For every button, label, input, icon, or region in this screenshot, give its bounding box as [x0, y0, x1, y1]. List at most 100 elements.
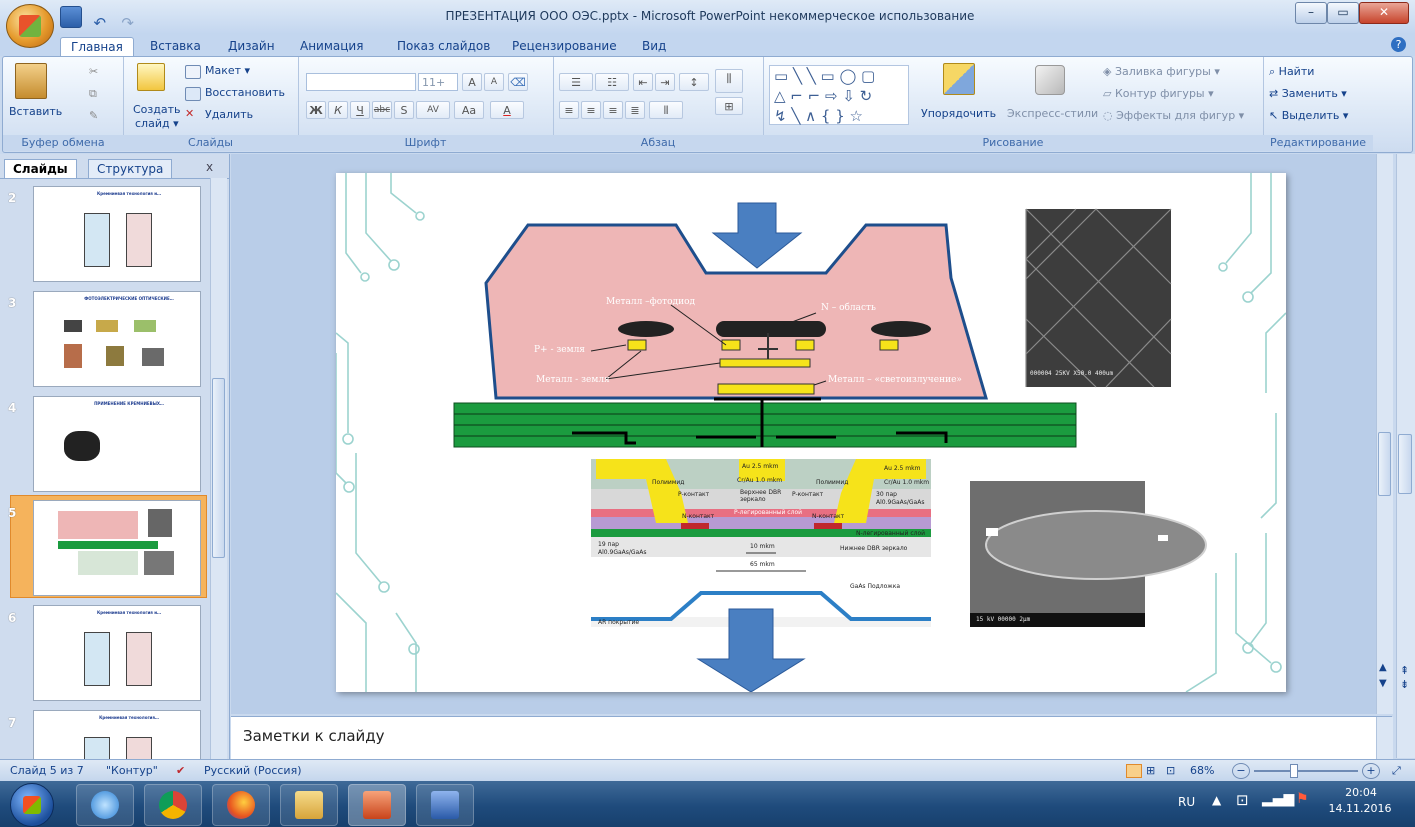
redo-icon[interactable]: ↷ [118, 14, 138, 34]
fit-slide-icon[interactable]: ⤢ [1392, 764, 1401, 778]
normal-view-icon[interactable] [1126, 764, 1142, 778]
zoom-out-icon[interactable]: − [1232, 763, 1250, 779]
next-slide-button-icon[interactable]: ⇟ [1400, 678, 1409, 691]
reset-button[interactable]: Восстановить [205, 86, 285, 99]
notes-scrollbar[interactable] [1376, 717, 1393, 759]
quick-styles-button[interactable]: Экспресс-стили [1007, 107, 1098, 120]
tab-design[interactable]: Дизайн [218, 37, 285, 56]
action-center-icon[interactable]: ⚑ [1296, 791, 1309, 807]
delete-button[interactable]: Удалить [205, 108, 253, 121]
columns-icon[interactable]: ⫴ [649, 101, 683, 119]
spacing-button[interactable]: AV [416, 101, 450, 119]
tray-network-icon[interactable]: ⊡ [1236, 791, 1249, 809]
theme-name[interactable]: "Контур" [106, 764, 158, 777]
slide-thumb-2[interactable]: Кремниевая технология и… [33, 186, 201, 282]
panel-close-icon[interactable]: x [206, 160, 213, 174]
zoom-in-icon[interactable]: + [1362, 763, 1380, 779]
new-slide-dropdown[interactable]: слайд ▾ [135, 117, 179, 130]
panel-scroll-thumb[interactable] [212, 378, 225, 558]
shape-outline-button[interactable]: ▱ Контур фигуры ▾ [1103, 87, 1214, 100]
prev-slide-button-icon[interactable]: ⇞ [1400, 664, 1409, 677]
workspace-scroll-thumb[interactable] [1378, 432, 1391, 496]
close-button[interactable]: ✕ [1359, 2, 1409, 24]
office-button[interactable] [6, 4, 54, 48]
help-icon[interactable]: ? [1391, 37, 1406, 52]
arrange-button[interactable]: Упорядочить [921, 107, 996, 120]
taskbar-word[interactable] [416, 784, 474, 826]
notes-pane[interactable]: Заметки к слайду [231, 716, 1393, 759]
shadow-button[interactable]: S [394, 101, 414, 119]
input-language[interactable]: RU [1178, 795, 1195, 809]
taskbar-ie[interactable] [76, 784, 134, 826]
layout-button[interactable]: Макет ▾ [205, 64, 250, 77]
select-button[interactable]: ↖ Выделить ▾ [1269, 109, 1348, 122]
language-status[interactable]: Русский (Россия) [204, 764, 302, 777]
font-color-button[interactable]: A [490, 101, 524, 119]
tab-home[interactable]: Главная [60, 37, 134, 57]
bold-button[interactable]: Ж [306, 101, 326, 119]
replace-button[interactable]: ⇄ Заменить ▾ [1269, 87, 1347, 100]
text-direction-icon[interactable]: ⫼ [715, 69, 743, 93]
tab-view[interactable]: Вид [632, 37, 676, 56]
panel-scrollbar[interactable] [210, 178, 227, 759]
slide-thumb-5[interactable] [33, 500, 201, 596]
tab-review[interactable]: Рецензирование [502, 37, 627, 56]
slide-thumb-3[interactable]: ФОТОЭЛЕКТРИЧЕСКИЕ ОПТИЧЕСКИЕ… [33, 291, 201, 387]
tray-expand-icon[interactable]: ▲ [1212, 793, 1221, 807]
shapes-gallery[interactable]: ▭ ╲ ╲ ▭ ◯ ▢ △ ⌐ ⌐ ⇨ ⇩ ↻ ↯ ╲ ∧ { } ☆ [769, 65, 909, 125]
align-text-icon[interactable]: ⊞ [715, 97, 743, 115]
format-painter-icon[interactable]: ✎ [89, 109, 98, 122]
clear-format-icon[interactable]: ⌫ [508, 73, 528, 91]
zoom-slider-thumb[interactable] [1290, 764, 1298, 778]
font-size-combo[interactable]: 11+ [418, 73, 458, 91]
bullets-icon[interactable]: ☰ [559, 73, 593, 91]
shape-fill-button[interactable]: ◈ Заливка фигуры ▾ [1103, 65, 1220, 78]
tab-outline[interactable]: Структура [88, 159, 173, 178]
numbering-icon[interactable]: ☷ [595, 73, 629, 91]
spellcheck-icon[interactable]: ✔ [176, 764, 185, 777]
taskbar-firefox[interactable] [212, 784, 270, 826]
cut-icon[interactable]: ✂ [89, 65, 98, 78]
taskbar-explorer[interactable] [280, 784, 338, 826]
tab-animation[interactable]: Анимация [290, 37, 373, 56]
clock-date[interactable]: 14.11.2016 [1324, 802, 1396, 815]
taskbar-powerpoint[interactable] [348, 784, 406, 826]
grow-font-button[interactable]: A [462, 73, 482, 91]
find-button[interactable]: ⌕ Найти [1269, 65, 1314, 79]
maximize-button[interactable]: ▭ [1327, 2, 1359, 24]
main-scroll-thumb[interactable] [1398, 434, 1412, 494]
slide-canvas[interactable]: Металл –фотодиод N – область P+ - земля … [336, 173, 1286, 692]
increase-indent-icon[interactable]: ⇥ [655, 73, 675, 91]
shrink-font-button[interactable]: A [484, 73, 504, 91]
taskbar-chrome[interactable] [144, 784, 202, 826]
decrease-indent-icon[interactable]: ⇤ [633, 73, 653, 91]
new-slide-button[interactable]: Создать [133, 103, 181, 116]
zoom-slider-track[interactable] [1254, 770, 1358, 772]
prev-slide-icon[interactable]: ▲ [1379, 662, 1387, 673]
align-center-icon[interactable]: ≡ [581, 101, 601, 119]
tab-slideshow[interactable]: Показ слайдов [387, 37, 500, 56]
slide-thumb-6[interactable]: Кремниевая технология и… [33, 605, 201, 701]
undo-icon[interactable]: ↶ [90, 14, 110, 34]
paste-button[interactable]: Вставить [9, 105, 62, 118]
next-slide-icon[interactable]: ▼ [1379, 678, 1387, 689]
case-button[interactable]: Aa [454, 101, 484, 119]
slideshow-view-icon[interactable]: ⊡ [1166, 764, 1175, 777]
strike-button[interactable]: abc [372, 101, 392, 119]
start-button[interactable] [10, 783, 54, 827]
arrange-icon[interactable] [943, 63, 975, 95]
main-scrollbar[interactable]: ⇞ ⇟ [1396, 154, 1415, 758]
paste-icon[interactable] [15, 63, 47, 99]
tab-slides[interactable]: Слайды [4, 159, 77, 178]
shape-effects-button[interactable]: ◌ Эффекты для фигур ▾ [1103, 109, 1244, 122]
slide-thumb-4[interactable]: ПРИМЕНЕНИЕ КРЕМНИЕВЫХ… [33, 396, 201, 492]
zoom-percent[interactable]: 68% [1190, 764, 1214, 777]
quick-styles-icon[interactable] [1035, 65, 1065, 95]
tab-insert[interactable]: Вставка [140, 37, 211, 56]
save-icon[interactable] [60, 6, 82, 28]
workspace-scrollbar[interactable]: ▲ ▼ [1376, 154, 1393, 714]
align-left-icon[interactable]: ≡ [559, 101, 579, 119]
clock-time[interactable]: 20:04 [1336, 786, 1386, 799]
align-right-icon[interactable]: ≡ [603, 101, 623, 119]
font-name-combo[interactable] [306, 73, 416, 91]
